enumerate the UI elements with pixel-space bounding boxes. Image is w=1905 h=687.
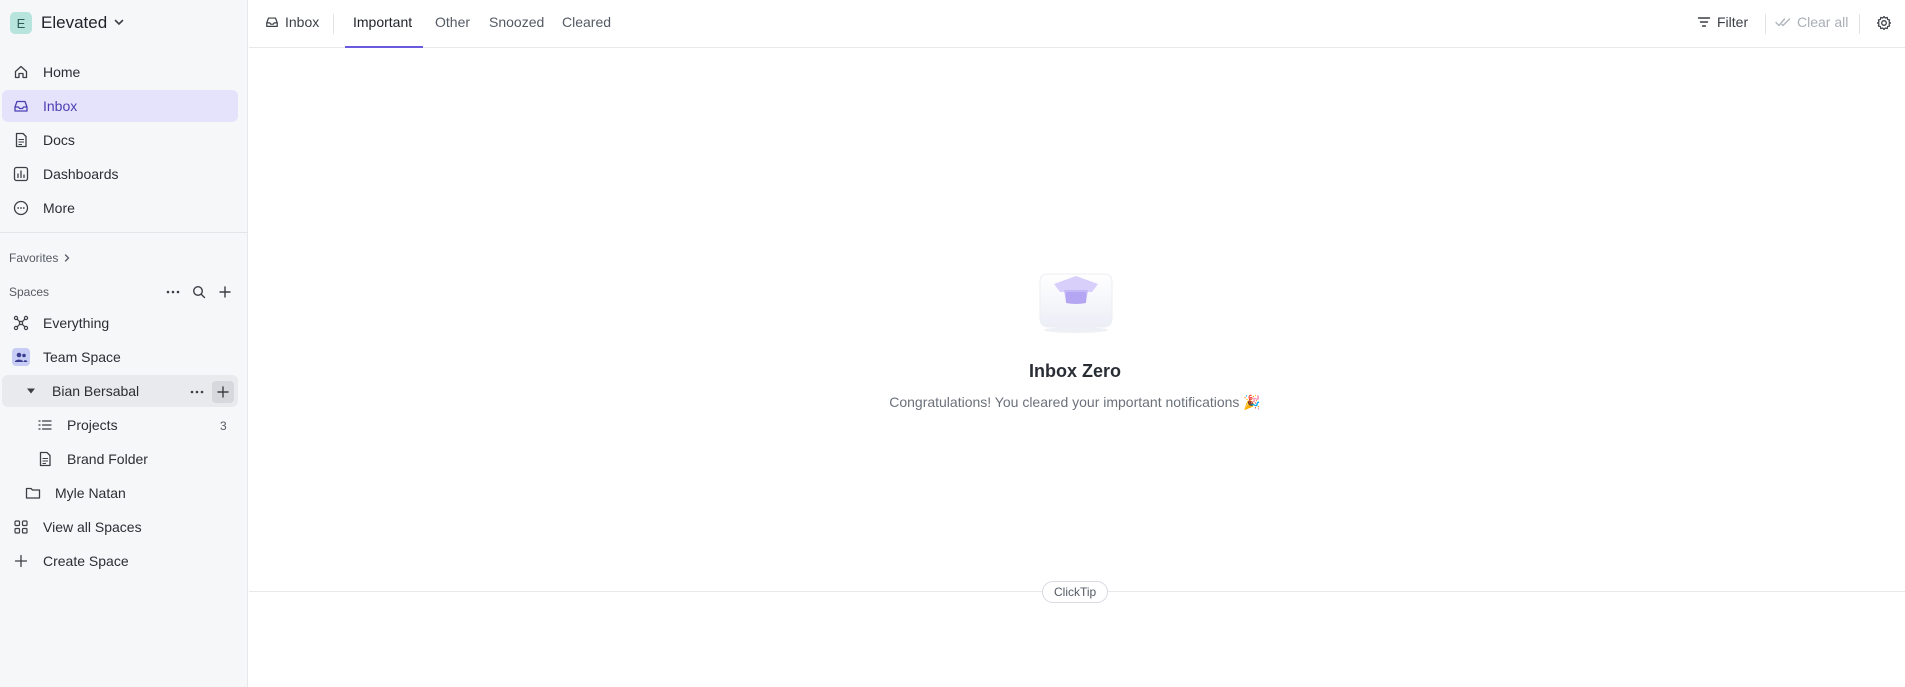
list-projects[interactable]: Projects [36, 409, 118, 441]
more-circle-icon [12, 199, 30, 217]
clear-all-label: Clear all [1797, 14, 1849, 30]
view-all-spaces[interactable]: View all Spaces [12, 511, 142, 543]
nav-more[interactable]: More [2, 192, 238, 224]
list-icon [36, 416, 54, 434]
bian-row-tools [186, 381, 234, 403]
doc-icon [36, 450, 54, 468]
view-all-spaces-label: View all Spaces [43, 519, 142, 535]
tab-cleared[interactable]: Cleared [562, 14, 611, 30]
folder-myle-label: Myle Natan [55, 485, 126, 501]
space-team[interactable]: Team Space [12, 341, 121, 373]
search-icon[interactable] [190, 283, 208, 301]
favorites-label: Favorites [9, 251, 59, 265]
nav-inbox[interactable]: Inbox [2, 90, 238, 122]
nav-docs[interactable]: Docs [2, 124, 238, 156]
grid-icon [12, 518, 30, 536]
nav-home[interactable]: Home [2, 56, 238, 88]
space-bian-label: Bian Bersabal [52, 383, 140, 399]
sidebar-divider [0, 232, 248, 233]
plus-icon[interactable] [216, 283, 234, 301]
projects-count: 3 [220, 419, 227, 433]
workspace-switcher[interactable]: E Elevated [10, 12, 125, 34]
spaces-tools [164, 283, 234, 301]
toolbar-divider [1765, 14, 1766, 34]
team-icon [12, 348, 30, 366]
workspace-avatar: E [10, 12, 32, 34]
inbox-icon [265, 15, 279, 29]
breadcrumb-divider [333, 14, 334, 34]
nav-docs-label: Docs [43, 132, 75, 148]
space-team-label: Team Space [43, 349, 121, 365]
more-horizontal-icon[interactable] [186, 381, 208, 403]
active-tab-indicator [345, 46, 423, 48]
nav-home-label: Home [43, 64, 81, 80]
sidebar: E Elevated Home Inbox Docs Dashboards Mo… [0, 0, 248, 687]
spaces-header: Spaces [9, 285, 49, 299]
nav-dashboards[interactable]: Dashboards [2, 158, 238, 190]
create-space[interactable]: Create Space [12, 545, 129, 577]
empty-state-subtitle: Congratulations! You cleared your import… [889, 394, 1261, 410]
gear-icon[interactable] [1876, 15, 1892, 31]
nav-more-label: More [43, 200, 75, 216]
plus-icon [12, 552, 30, 570]
home-icon [12, 63, 30, 81]
tab-important[interactable]: Important [353, 14, 412, 30]
list-projects-label: Projects [67, 417, 118, 433]
doc-icon [12, 131, 30, 149]
favorites-header[interactable]: Favorites [9, 251, 72, 265]
filter-button[interactable]: Filter [1697, 14, 1748, 30]
nav-dashboards-label: Dashboards [43, 166, 119, 182]
chevron-right-icon [62, 253, 72, 263]
workspace-name: Elevated [41, 13, 108, 32]
clicktip-button[interactable]: ClickTip [1042, 581, 1109, 603]
tab-snoozed[interactable]: Snoozed [489, 14, 544, 30]
space-everything-label: Everything [43, 315, 110, 331]
double-check-icon [1775, 16, 1791, 28]
dashboard-icon [12, 165, 30, 183]
nav-inbox-label: Inbox [43, 98, 78, 114]
create-space-label: Create Space [43, 553, 129, 569]
inbox-zero-illustration [1036, 270, 1116, 334]
folder-myle-natan[interactable]: Myle Natan [24, 477, 126, 509]
plus-icon [217, 386, 229, 398]
space-bian-bersabal[interactable]: Bian Bersabal [2, 375, 238, 407]
doc-brand-folder-label: Brand Folder [67, 451, 148, 467]
empty-state-title: Inbox Zero [1028, 361, 1121, 381]
more-horizontal-icon[interactable] [164, 283, 182, 301]
everything-icon [12, 314, 30, 332]
inbox-header: Inbox Important Other Snoozed Cleared Fi… [249, 0, 1905, 48]
clear-all-button[interactable]: Clear all [1775, 14, 1848, 30]
spaces-label: Spaces [9, 285, 50, 299]
folder-icon [24, 484, 42, 502]
inbox-icon [12, 97, 30, 115]
breadcrumb[interactable]: Inbox [265, 14, 319, 30]
doc-brand-folder[interactable]: Brand Folder [36, 443, 148, 475]
space-everything[interactable]: Everything [12, 307, 109, 339]
filter-icon [1697, 15, 1711, 29]
filter-label: Filter [1717, 14, 1749, 30]
caret-down-icon[interactable] [26, 386, 36, 396]
toolbar-divider [1859, 14, 1860, 34]
tab-other[interactable]: Other [435, 14, 470, 30]
breadcrumb-label: Inbox [285, 14, 320, 30]
add-item-button[interactable] [212, 381, 234, 403]
chevron-down-icon [113, 15, 125, 31]
